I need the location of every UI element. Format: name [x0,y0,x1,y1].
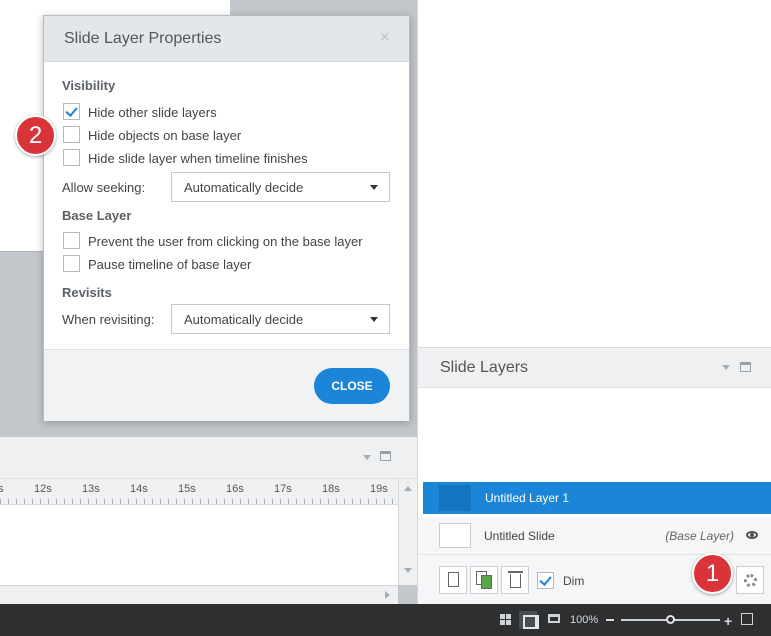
scroll-up-icon[interactable] [404,486,412,491]
preview-icon[interactable] [548,614,560,623]
tick-label: 16s [226,483,244,495]
tick-label: 18s [322,483,340,495]
dim-label: Dim [563,574,585,588]
prevent-click-base-checkbox[interactable] [63,232,80,249]
scroll-down-icon[interactable] [404,568,412,573]
pause-base-timeline-label: Pause timeline of base layer [88,257,252,272]
dim-checkbox[interactable] [537,572,554,589]
timeline-vertical-scrollbar[interactable] [398,479,417,585]
callout-badge-1: 1 [692,553,733,594]
timeline-menu-caret-icon[interactable] [363,455,371,460]
chevron-down-icon [370,317,378,322]
checkmark-icon [539,573,552,586]
hide-other-layers-label: Hide other slide layers [88,105,217,120]
visibility-section-title: Visibility [62,78,116,93]
tick-label: 15s [178,483,196,495]
trash-icon [510,574,521,588]
when-revisiting-label: When revisiting: [62,312,155,327]
new-layer-button[interactable] [439,566,467,594]
trash-lid [508,571,523,573]
new-document-icon [448,572,459,587]
slide-layers-title: Slide Layers [440,359,529,376]
slide-layers-header: Slide Layers [418,347,771,388]
allow-seeking-select[interactable]: Automatically decide [171,172,390,202]
gear-icon [744,574,757,587]
revisits-section-title: Revisits [62,285,112,300]
allow-seeking-label: Allow seeking: [62,180,146,195]
hide-when-finishes-checkbox[interactable] [63,149,80,166]
layer-row-base-layer[interactable]: Untitled Slide (Base Layer) [418,517,771,555]
layer-properties-button[interactable] [736,566,764,594]
dialog-footer: CLOSE [44,349,409,421]
checkmark-icon [65,104,78,117]
status-bar: 100% + [0,604,771,636]
close-icon[interactable]: × [379,27,390,48]
hide-when-finishes-label: Hide slide layer when timeline finishes [88,151,308,166]
timeline-maximize-icon[interactable] [380,451,391,461]
normal-view-icon[interactable] [519,611,539,629]
close-button[interactable]: CLOSE [314,368,390,404]
pause-base-timeline-checkbox[interactable] [63,255,80,272]
timeline-ruler[interactable]: s 12s 13s 14s 15s 16s 17s 18s 19s [0,479,398,505]
ruler-ticks [0,499,398,504]
base-layer-thumbnail [439,523,471,548]
prevent-click-base-label: Prevent the user from clicking on the ba… [88,234,363,249]
layer-thumbnail [439,485,471,511]
dialog-title: Slide Layer Properties [64,30,222,47]
timeline-body[interactable] [0,505,398,585]
tick-label: 13s [82,483,100,495]
layer-row-untitled-layer-1[interactable]: Untitled Layer 1 [423,482,771,514]
tick-label: s [0,483,4,495]
tick-label: 14s [130,483,148,495]
base-layer-name: Untitled Slide [484,529,555,543]
dialog-header: Slide Layer Properties × [44,16,409,62]
zoom-level: 100% [570,614,599,626]
tick-label: 12s [34,483,52,495]
panel-top-area [418,0,771,347]
tick-label: 19s [370,483,388,495]
tick-label: 17s [274,483,292,495]
hide-base-objects-label: Hide objects on base layer [88,128,242,143]
delete-layer-button[interactable] [501,566,529,594]
zoom-slider-handle[interactable] [666,615,675,624]
callout-badge-2: 2 [15,115,56,156]
panel-menu-caret-icon[interactable] [722,365,730,370]
timeline-header [0,437,417,479]
panel-maximize-icon[interactable] [740,362,751,372]
allow-seeking-value: Automatically decide [184,180,304,195]
base-layer-section-title: Base Layer [62,208,132,223]
when-revisiting-value: Automatically decide [184,312,304,327]
base-layer-tag: (Base Layer) [665,529,734,543]
eye-icon[interactable] [746,531,758,539]
slide-layer-properties-dialog: Slide Layer Properties × Visibility Hide… [43,15,410,421]
hide-base-objects-checkbox[interactable] [63,126,80,143]
fit-to-window-icon[interactable] [741,613,753,625]
when-revisiting-select[interactable]: Automatically decide [171,304,390,334]
duplicate-icon-front [481,575,492,589]
zoom-out-icon[interactable] [606,619,614,621]
timeline-horizontal-scrollbar[interactable] [0,585,398,604]
zoom-in-icon[interactable]: + [724,613,732,629]
layer-name: Untitled Layer 1 [485,491,570,505]
hide-other-layers-checkbox[interactable] [63,103,80,120]
chevron-down-icon [370,185,378,190]
scroll-right-icon[interactable] [385,591,390,599]
duplicate-layer-button[interactable] [470,566,498,594]
slide-sorter-view-icon[interactable] [500,614,511,625]
slide-layers-panel: Slide Layers Untitled Layer 1 Untitled S… [417,0,771,604]
